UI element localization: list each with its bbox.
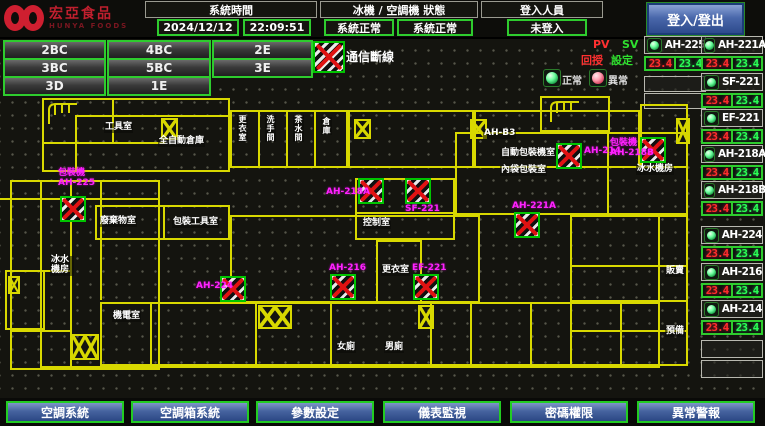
ahu-marker-ah-221a[interactable] [514,212,540,238]
marker-label: AH-221A [512,201,556,211]
chiller-status-value: 系統正常 [324,19,394,36]
room-label: 販賣 [665,267,685,277]
login-logout-button[interactable]: 登入/登出 [647,3,744,35]
login-person-label: 登入人員 [481,1,603,18]
wall [40,335,42,368]
marker-label: AH-218A [326,187,370,197]
ahu-marker-ah-216[interactable] [330,274,356,300]
wall [163,205,165,240]
room-label: 男廁 [384,343,404,353]
wall [10,330,70,332]
shaft-x-icon [71,334,99,360]
wall [470,302,472,366]
room-label: 預備 [665,327,685,337]
marker-label: AH-224 [196,281,233,291]
nav-ac-system-button[interactable]: 空調系統 [6,401,124,423]
wall [570,300,688,302]
ahu-marker-ef-221[interactable] [413,274,439,300]
nav-password-auth-button[interactable]: 密碼權限 [510,401,628,423]
system-time-label: 系統時間 [145,1,317,18]
wall [658,215,660,366]
stairs-icon [46,101,80,127]
room-label: 全自動倉庫 [158,137,205,147]
ac-status-value: 系統正常 [397,19,473,36]
wall [330,302,332,366]
room-label: 冰水機房 [636,165,674,175]
room-label: 機電室 [112,312,141,322]
ahu-marker-sf-221[interactable] [405,178,431,204]
nav-meter-monitor-button[interactable]: 儀表監視 [383,401,501,423]
room-label: 工具室 [104,123,133,133]
wall [255,302,257,366]
stairs-icon [548,99,582,125]
wall [40,366,660,368]
room-label: 包裝工具室 [172,218,219,228]
shaft-x-icon [418,305,434,329]
footer-nav: 空調系統 空調箱系統 參數設定 儀表監視 密碼權限 異常警報 [0,398,765,426]
company-logo: 宏亞食品 HUNYA FOODS [4,1,162,35]
header-bar: 宏亞食品 HUNYA FOODS 系統時間 2024/12/12 22:09:5… [0,0,765,39]
shaft-x-icon [676,118,690,144]
wall [150,302,152,366]
wall [286,110,288,168]
ahu-marker-ah-225[interactable] [60,196,86,222]
room-label: 控制室 [362,219,391,229]
marker-label: EF-221 [412,263,447,273]
wall [75,142,165,144]
room-label: 茶水間 [293,115,304,142]
wall [570,215,688,366]
wall [530,302,532,366]
marker-label: SF-221 [405,204,440,214]
floorplan: 包裝機 AH-225 AH-224 AH-216 AH-218A SF-221 … [0,37,765,398]
wall [100,180,102,300]
marker-label: 包裝機 AH-218B [610,138,654,159]
machine-status-label: 冰機 / 空調機 狀態 [320,1,478,18]
system-time-value: 22:09:51 [243,19,311,36]
room-label: 更衣室 [237,115,248,142]
logo-text: 宏亞食品 [49,7,128,21]
nav-ahu-system-button[interactable]: 空調箱系統 [131,401,249,423]
room-label: 洗手間 [265,115,276,142]
wall [314,110,316,168]
room-label: 冰水 機房 [50,256,74,276]
room-label: 更衣室 [381,266,410,276]
wall [258,110,260,168]
shaft-x-icon [354,119,371,139]
shaft-x-icon [8,276,20,294]
room-label: 女廁 [336,343,356,353]
room-label: AH-B3 [483,129,516,139]
logo-ring-icon [22,5,44,31]
system-date-value: 2024/12/12 [157,19,239,36]
marker-label: 包裝機 AH-225 [58,168,95,189]
nav-alarm-button[interactable]: 異常警報 [637,401,755,423]
wall [607,132,609,215]
marker-label: AH-216 [329,263,366,273]
nav-parameter-set-button[interactable]: 參數設定 [256,401,374,423]
room-label: 倉庫 [321,117,332,135]
room-label: 自動包裝機室 [500,149,556,159]
shaft-x-icon [258,305,292,329]
logo-subtext: HUNYA FOODS [49,23,128,30]
ahu-marker-ah-214[interactable] [556,143,582,169]
room-label: 內袋包裝室 [500,166,547,176]
room-label: 廢棄物室 [99,217,137,227]
login-person-value: 未登入 [507,19,587,36]
